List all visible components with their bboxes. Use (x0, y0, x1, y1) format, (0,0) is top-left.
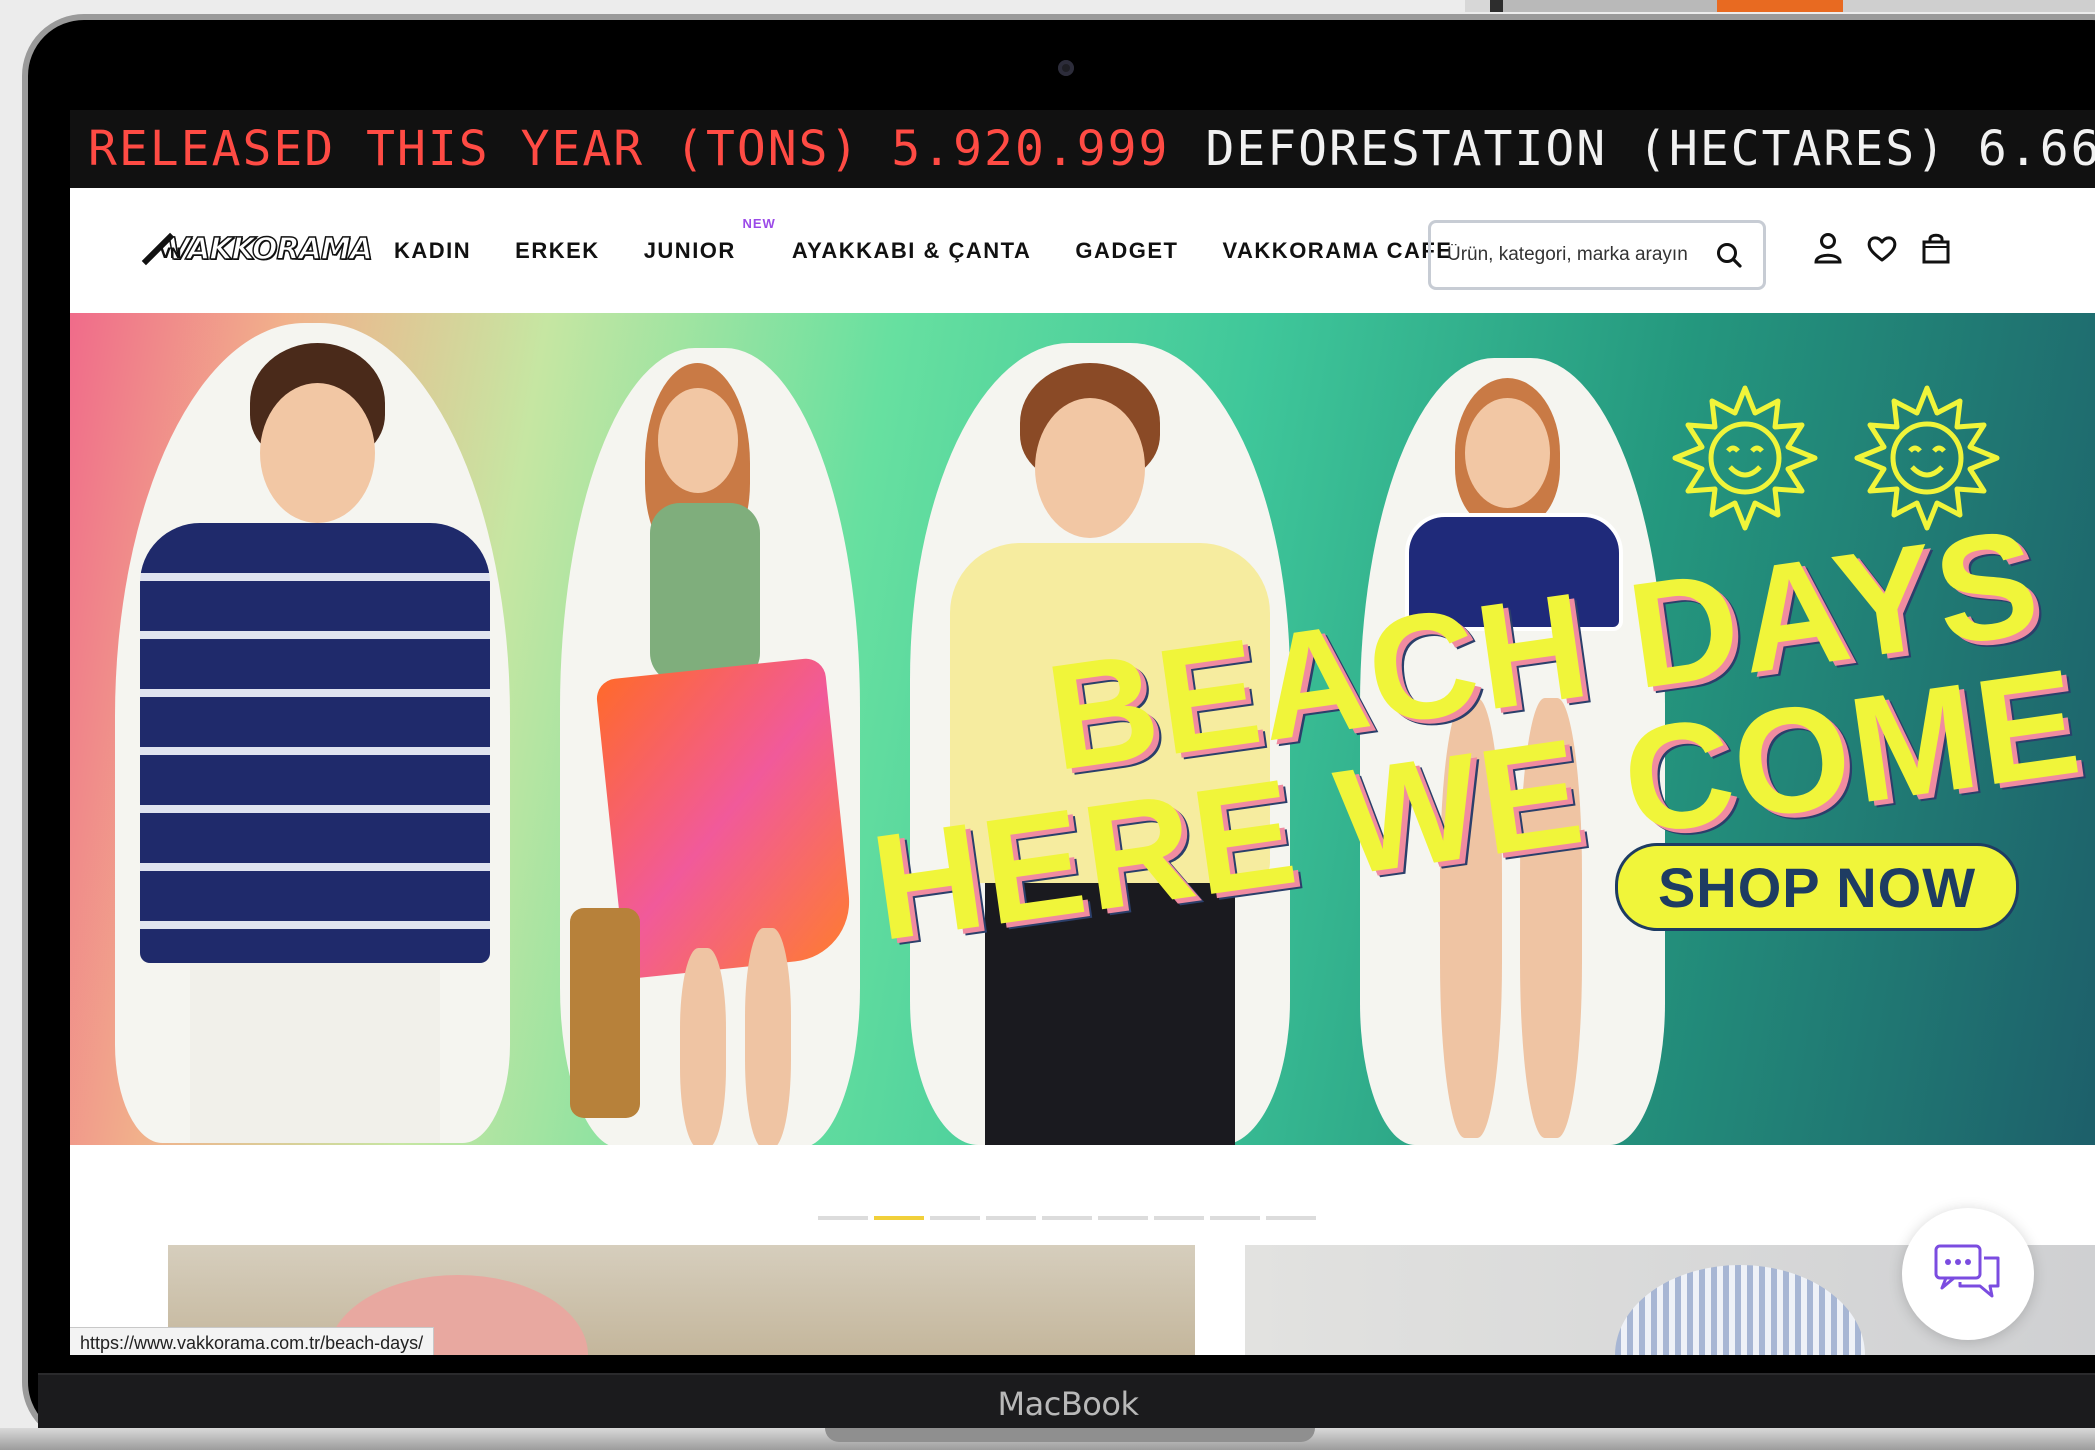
search-box (1428, 220, 1766, 290)
nav-item-gadget[interactable]: GADGET (1075, 238, 1178, 264)
logo-mark-icon: VN (141, 232, 181, 266)
carousel-dot[interactable] (1210, 1216, 1260, 1220)
carousel-dot[interactable] (818, 1216, 868, 1220)
search-icon[interactable] (1709, 235, 1749, 275)
shop-now-button[interactable]: SHOP NOW (1615, 843, 2019, 931)
browser-screen: RELEASED THIS YEAR (TONS) 5.920.999 DEFOR… (70, 110, 2095, 1355)
striped-cap-image (1615, 1265, 1865, 1355)
status-bar-url: https://www.vakkorama.com.tr/beach-days/ (70, 1327, 435, 1355)
user-icon[interactable] (1812, 228, 1844, 268)
carousel-dot[interactable] (1154, 1216, 1204, 1220)
header-icons (1812, 228, 1952, 268)
ticker-deforestation: DEFORESTATION (HECTARES) 6.66 (1205, 121, 2095, 177)
laptop-notch (825, 1428, 1315, 1442)
chat-bubbles-icon (1934, 1244, 2000, 1298)
hero-banner[interactable]: BEACH DAYS HERE WE COME SHOP NOW (70, 313, 2095, 1145)
bag-icon[interactable] (1920, 228, 1952, 268)
carousel-dots (818, 1216, 1316, 1220)
nav-item-kadin[interactable]: KADIN (394, 238, 471, 264)
carousel-dot[interactable] (986, 1216, 1036, 1220)
main-nav: KADIN ERKEK JUNIOR NEW AYAKKABI & ÇANTA … (394, 188, 1496, 313)
nav-item-ayakkabi-canta[interactable]: AYAKKABI & ÇANTA (792, 238, 1032, 264)
new-badge: NEW (742, 215, 776, 231)
logo-text: VAKKORAMA (166, 231, 373, 268)
ticker-released: RELEASED THIS YEAR (TONS) 5.920.999 (88, 121, 1170, 177)
model-tie-dye-shirt (100, 323, 520, 1143)
sun-smiley-icon (1672, 385, 1818, 531)
site-logo[interactable]: VN VAKKORAMA (141, 228, 374, 270)
heart-icon[interactable] (1866, 228, 1898, 268)
stats-ticker: RELEASED THIS YEAR (TONS) 5.920.999 DEFOR… (70, 110, 2095, 188)
carousel-dot[interactable] (1266, 1216, 1316, 1220)
carousel-dot[interactable] (930, 1216, 980, 1220)
model-green-swimsuit (540, 348, 880, 1145)
carousel-dot[interactable] (1098, 1216, 1148, 1220)
nav-item-junior[interactable]: JUNIOR NEW (643, 216, 775, 264)
chat-button[interactable] (1902, 1208, 2034, 1340)
device-label: MacBook (997, 1385, 1139, 1423)
nav-item-erkek[interactable]: ERKEK (515, 238, 600, 264)
nav-item-junior-label: JUNIOR (643, 237, 736, 263)
background-strip (1465, 0, 2095, 12)
carousel-dot[interactable] (1042, 1216, 1092, 1220)
camera (1058, 60, 1074, 76)
site-header: VN VAKKORAMA KADIN ERKEK JUNIOR NEW AYAK… (70, 188, 2095, 313)
laptop-bottom-bezel: MacBook (38, 1373, 2095, 1431)
carousel-dot-active[interactable] (874, 1216, 924, 1220)
nav-item-vakkorama-cafe[interactable]: VAKKORAMA CAFE (1222, 238, 1452, 264)
search-input[interactable] (1445, 243, 1709, 267)
